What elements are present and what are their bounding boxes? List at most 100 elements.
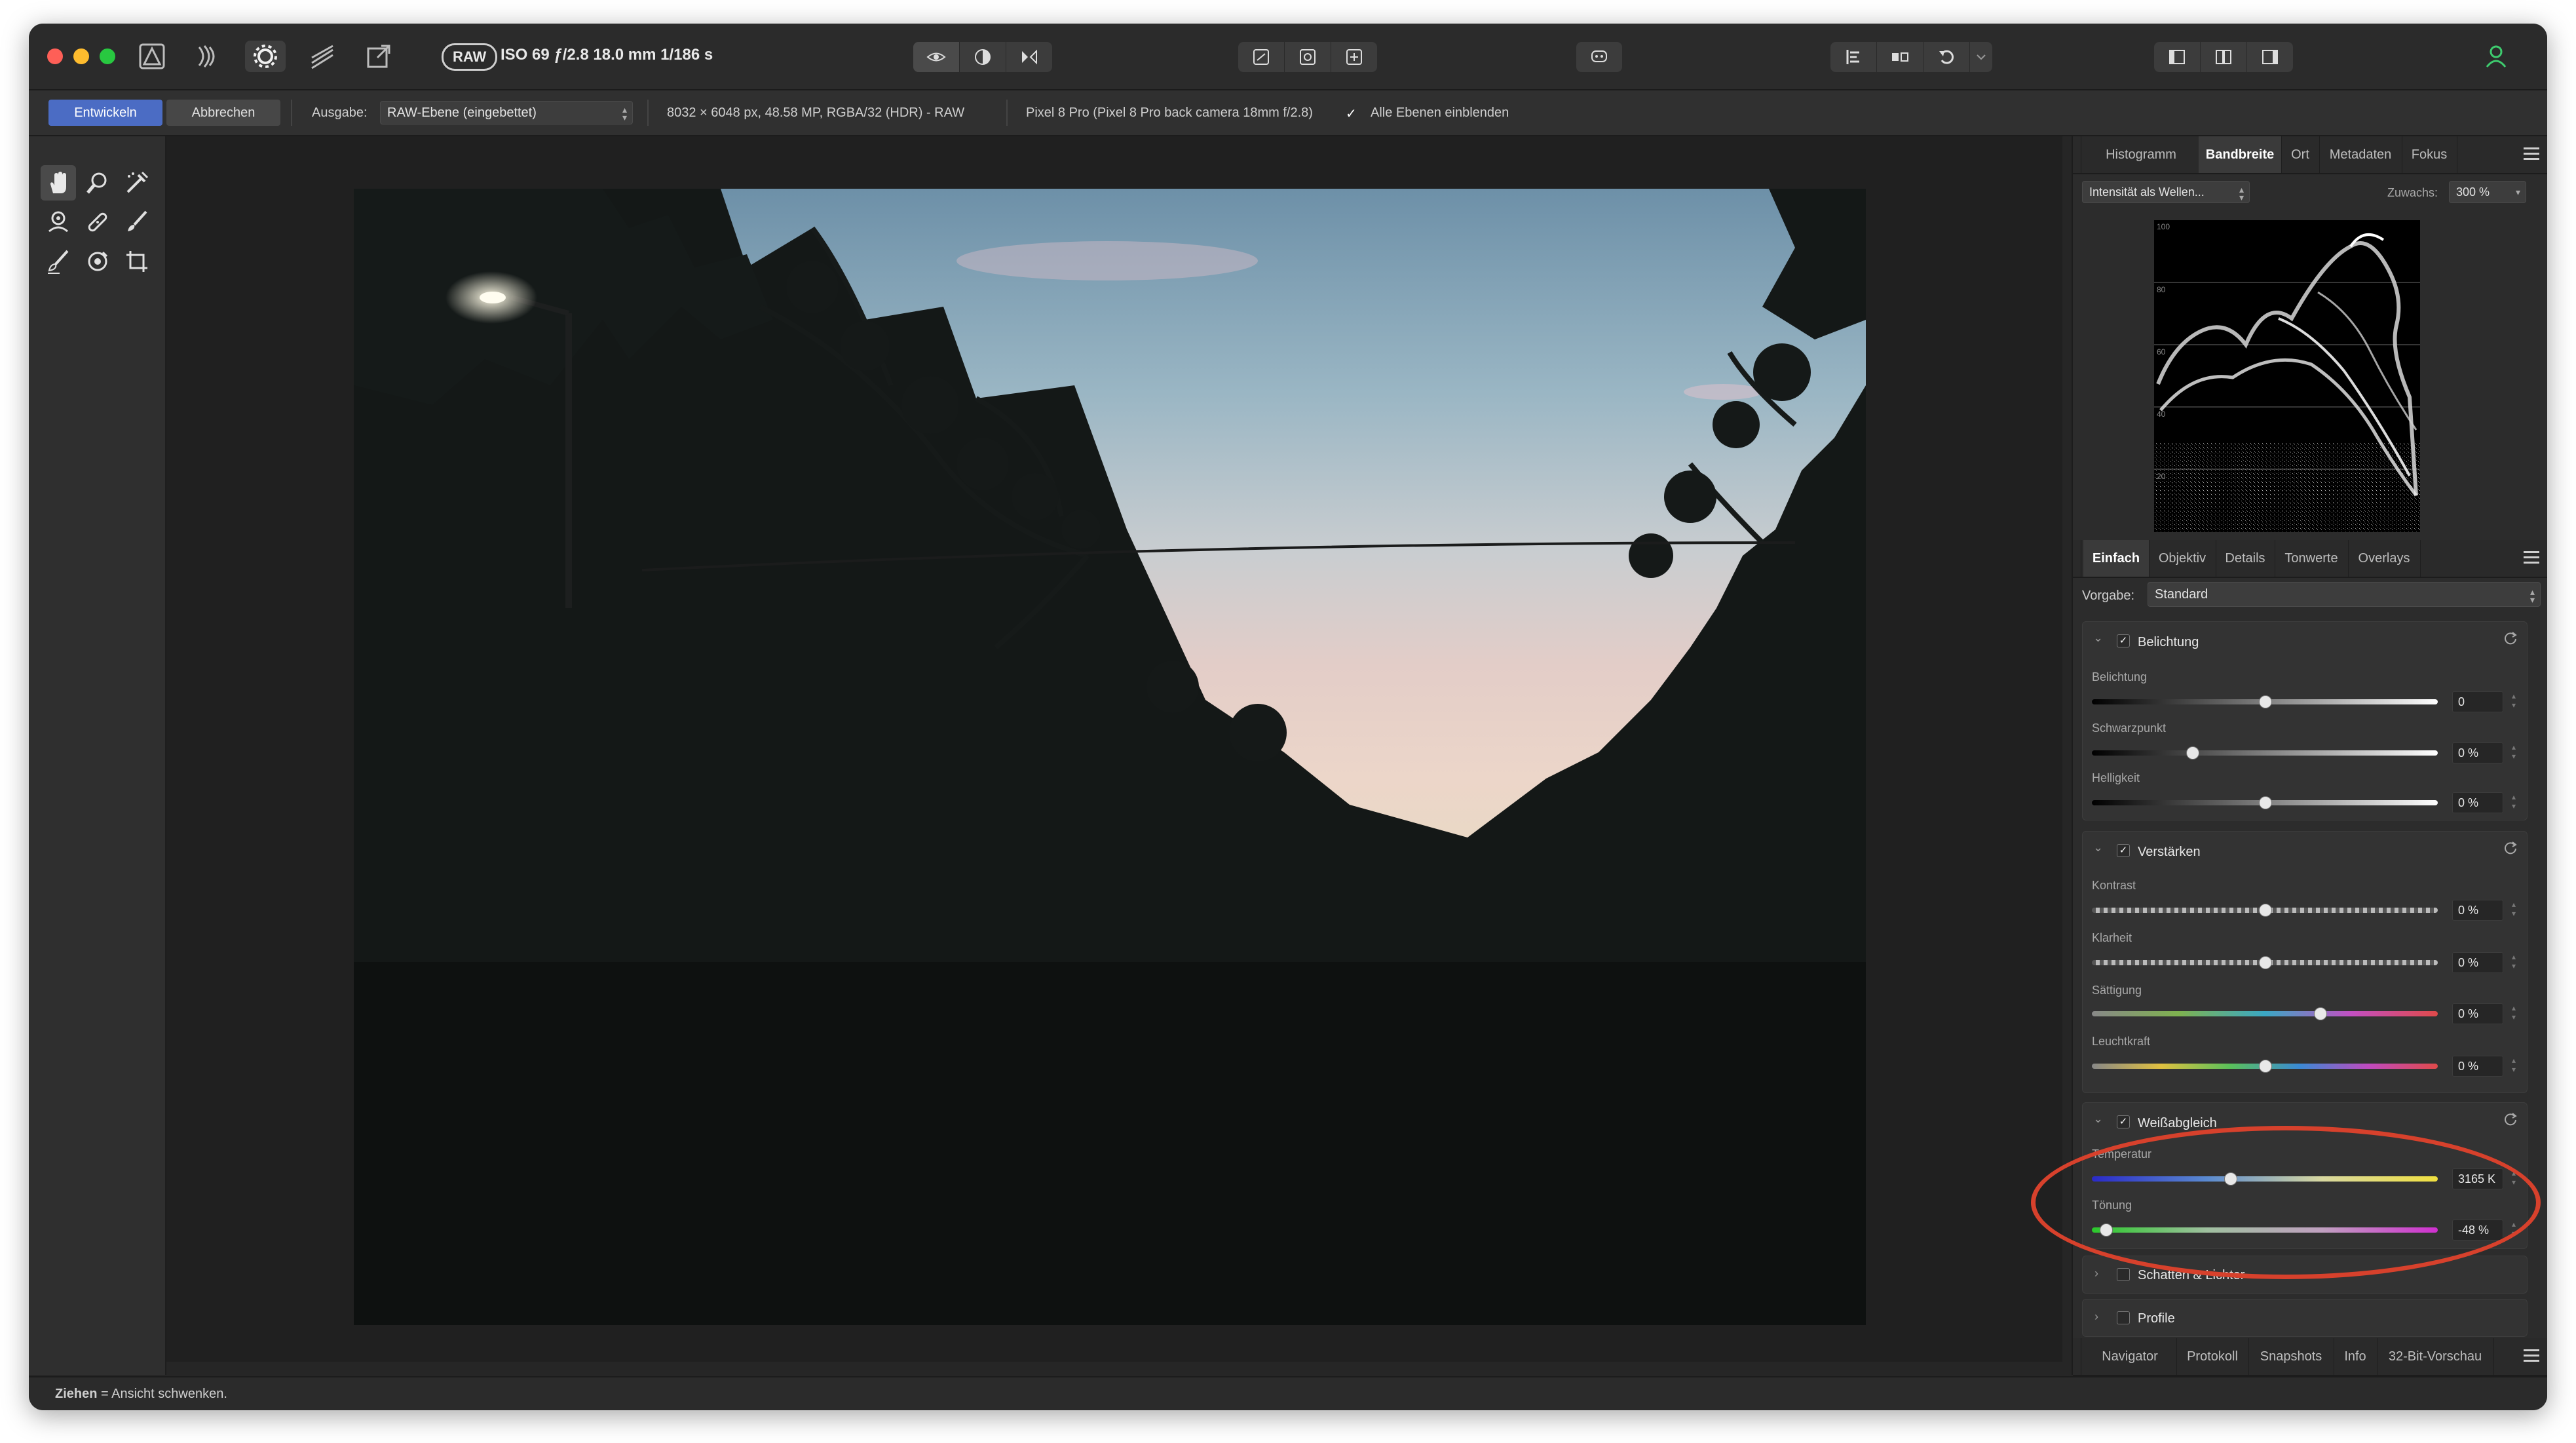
canvas-area[interactable]	[166, 136, 2062, 1362]
saturation-value-field[interactable]: 0 %	[2452, 1003, 2503, 1024]
chevron-down-icon[interactable]: ⌄	[2093, 631, 2103, 645]
left-studio-icon[interactable]	[2154, 42, 2201, 72]
show-layers-checkbox[interactable]: ✓	[1346, 106, 1357, 122]
reset-icon[interactable]	[2503, 841, 2518, 855]
chevron-right-icon[interactable]: ›	[2094, 1267, 2098, 1280]
align-icon[interactable]	[1830, 42, 1877, 72]
brush-tool-icon[interactable]	[119, 204, 155, 240]
slider-thumb[interactable]	[2259, 1060, 2272, 1073]
tab-32bit-preview[interactable]: 32-Bit-Vorschau	[2377, 1338, 2494, 1375]
stepper-icon[interactable]: ▴ ▾	[2509, 1003, 2519, 1024]
vibrance-slider[interactable]	[2092, 1060, 2438, 1073]
right-studio-icon[interactable]	[2247, 42, 2293, 72]
zoom-window-button[interactable]	[100, 48, 115, 64]
erase-brush-icon[interactable]	[41, 244, 76, 279]
slider-thumb[interactable]	[2259, 956, 2272, 969]
temperature-slider[interactable]	[2092, 1172, 2438, 1185]
preview-eye-icon[interactable]	[913, 42, 960, 72]
shadows-highlights-group[interactable]: › Schatten & Lichter	[2082, 1256, 2528, 1294]
tab-basic[interactable]: Einfach	[2083, 540, 2150, 577]
contrast-value-field[interactable]: 0 %	[2452, 900, 2503, 921]
exposure-enable-checkbox[interactable]: ✓	[2117, 634, 2130, 647]
slider-thumb[interactable]	[2100, 1223, 2113, 1237]
liquify-persona-icon[interactable]	[189, 41, 228, 72]
toolbar-studio-icon[interactable]	[2201, 42, 2247, 72]
temperature-value-field[interactable]: 3165 K	[2452, 1168, 2503, 1189]
stepper-icon[interactable]: ▴ ▾	[2509, 742, 2519, 763]
undo-menu-icon[interactable]	[1923, 42, 1970, 72]
zoom-tool-icon[interactable]	[80, 165, 115, 201]
tab-waveform[interactable]: Bandbreite	[2199, 136, 2282, 173]
blackpoint-value-field[interactable]: 0 %	[2452, 742, 2503, 763]
stepper-icon[interactable]: ▴ ▾	[2509, 1056, 2519, 1077]
reset-icon[interactable]	[2503, 631, 2518, 645]
tint-value-field[interactable]: -48 %	[2452, 1220, 2503, 1241]
tab-history[interactable]: Protokoll	[2176, 1338, 2249, 1375]
minimize-window-button[interactable]	[73, 48, 89, 64]
slider-thumb[interactable]	[2259, 796, 2272, 809]
chevron-down-icon[interactable]: ⌄	[2093, 1112, 2103, 1126]
cancel-button[interactable]: Abbrechen	[166, 100, 280, 126]
tone-mapping-persona-icon[interactable]	[303, 41, 342, 72]
view-tool-hand-icon[interactable]	[41, 165, 76, 201]
profile-enable-checkbox[interactable]	[2117, 1311, 2130, 1324]
contrast-slider[interactable]	[2092, 904, 2438, 917]
chevron-right-icon[interactable]: ›	[2094, 1310, 2098, 1324]
slider-thumb[interactable]	[2259, 695, 2272, 708]
stepper-icon[interactable]: ▴ ▾	[2509, 952, 2519, 973]
tab-histogram[interactable]: Histogramm	[2083, 136, 2199, 173]
white-balance-group-header[interactable]: ⌄ ✓ Weißabgleich	[2083, 1103, 2527, 1141]
clipped-tones-icon[interactable]	[1331, 42, 1377, 72]
output-select[interactable]: RAW-Ebene (eingebettet) ▴ ▾	[380, 101, 633, 125]
close-window-button[interactable]	[47, 48, 63, 64]
profile-group[interactable]: › Profile	[2082, 1299, 2528, 1337]
slider-thumb[interactable]	[2259, 904, 2272, 917]
saturation-slider[interactable]	[2092, 1007, 2438, 1020]
stepper-icon[interactable]: ▴ ▾	[2509, 900, 2519, 921]
exposure-value-field[interactable]: 0	[2452, 691, 2503, 712]
tab-details[interactable]: Details	[2216, 540, 2275, 577]
affinity-photo-persona-icon[interactable]	[132, 41, 172, 72]
tab-focus[interactable]: Fokus	[2402, 136, 2457, 173]
scope-mode-select[interactable]: Intensität als Wellen... ▴ ▾	[2082, 181, 2250, 203]
split-view-icon[interactable]	[960, 42, 1006, 72]
blackpoint-slider[interactable]	[2092, 746, 2438, 760]
develop-button[interactable]: Entwickeln	[48, 100, 162, 126]
export-persona-icon[interactable]	[359, 41, 398, 72]
shadows-highlights-enable-checkbox[interactable]	[2117, 1268, 2130, 1281]
brightness-value-field[interactable]: 0 %	[2452, 792, 2503, 813]
panel-menu-icon[interactable]	[2524, 147, 2539, 161]
enhance-enable-checkbox[interactable]: ✓	[2117, 844, 2130, 857]
red-eye-tool-icon[interactable]	[41, 204, 76, 240]
exposure-slider[interactable]	[2092, 695, 2438, 708]
clipped-shadows-icon[interactable]	[1285, 42, 1331, 72]
tab-navigator[interactable]: Navigator	[2083, 1338, 2177, 1375]
blemish-removal-icon[interactable]	[80, 204, 115, 240]
white-balance-enable-checkbox[interactable]: ✓	[2117, 1115, 2130, 1128]
tab-lens[interactable]: Objektiv	[2149, 540, 2216, 577]
enhance-group-header[interactable]: ⌄ ✓ Verstärken	[2083, 832, 2527, 870]
panel-menu-icon[interactable]	[2524, 1349, 2539, 1362]
preset-select[interactable]: Standard ▴ ▾	[2148, 582, 2541, 607]
gradient-tool-icon[interactable]	[80, 244, 115, 279]
slider-thumb[interactable]	[2314, 1007, 2328, 1020]
chevron-down-icon[interactable]: ⌄	[2093, 841, 2103, 855]
stepper-icon[interactable]: ▴ ▾	[2509, 1220, 2519, 1241]
vibrance-value-field[interactable]: 0 %	[2452, 1056, 2503, 1077]
stepper-icon[interactable]: ▴ ▾	[2509, 792, 2519, 813]
account-icon[interactable]	[2478, 41, 2514, 72]
clarity-value-field[interactable]: 0 %	[2452, 952, 2503, 973]
tab-info[interactable]: Info	[2334, 1338, 2377, 1375]
exposure-group-header[interactable]: ⌄ ✓ Belichtung	[2083, 622, 2527, 660]
compare-icon[interactable]	[1877, 42, 1923, 72]
slider-thumb[interactable]	[2186, 746, 2200, 760]
chevron-down-icon[interactable]	[1970, 42, 1992, 72]
develop-persona-icon[interactable]	[245, 41, 286, 72]
clipped-highlights-icon[interactable]	[1238, 42, 1285, 72]
tab-snapshots[interactable]: Snapshots	[2248, 1338, 2334, 1375]
panel-menu-icon[interactable]	[2524, 551, 2539, 564]
brightness-slider[interactable]	[2092, 796, 2438, 809]
slider-thumb[interactable]	[2224, 1172, 2238, 1185]
white-balance-picker-icon[interactable]	[119, 165, 155, 201]
stepper-icon[interactable]: ▴ ▾	[2509, 691, 2519, 712]
